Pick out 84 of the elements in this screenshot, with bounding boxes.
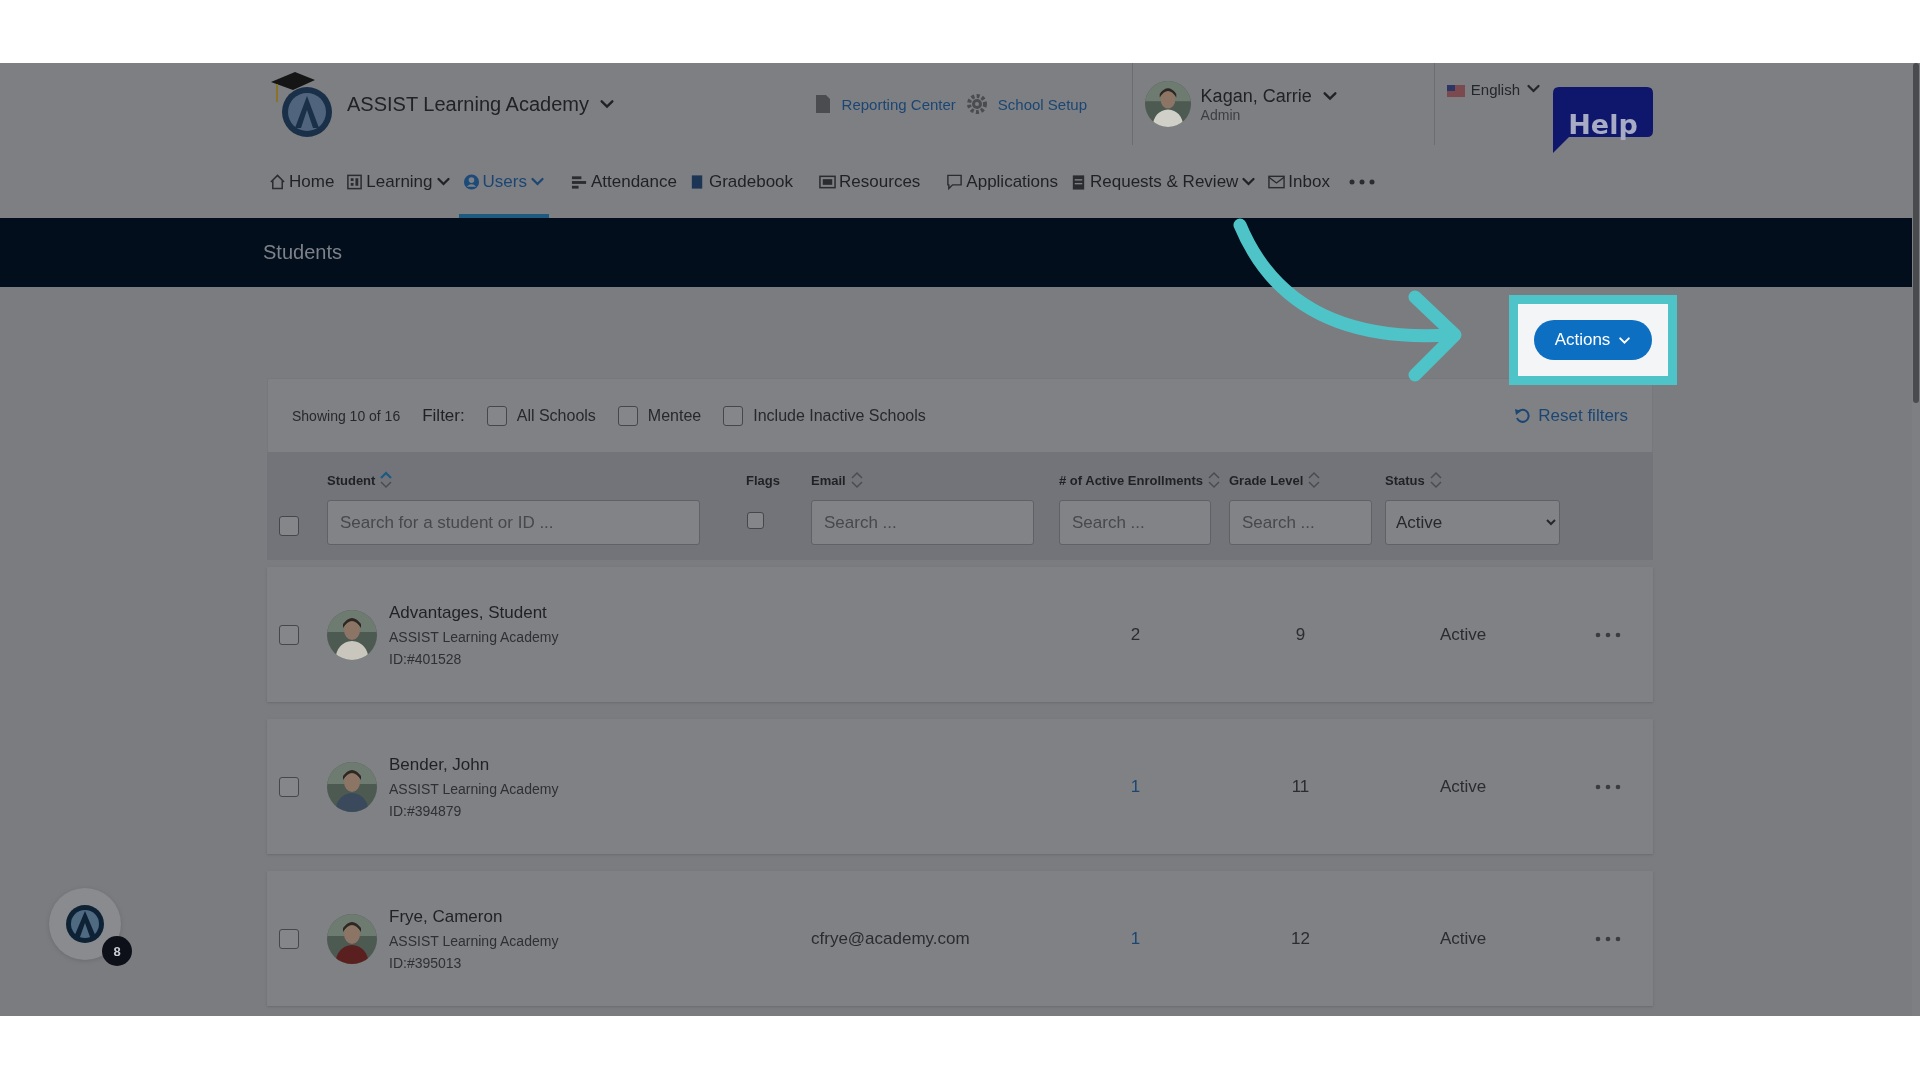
grid-icon	[346, 172, 364, 191]
school-name: ASSIST Learning Academy	[389, 932, 559, 949]
checkbox-label[interactable]: Include Inactive Schools	[753, 406, 926, 425]
chat-icon	[946, 172, 964, 191]
nav-tab[interactable]: Requests & Review	[1066, 145, 1261, 218]
enrollment-count[interactable]: 1	[1059, 928, 1229, 949]
language-selector[interactable]: English	[1470, 81, 1520, 98]
checkbox[interactable]	[747, 512, 764, 529]
nav-tab[interactable]: Learning	[342, 145, 455, 218]
sort-icon[interactable]	[1428, 470, 1443, 490]
checkbox[interactable]	[723, 405, 744, 426]
column-header[interactable]: Grade Level	[1229, 472, 1304, 488]
search-field[interactable]: Search ...	[1059, 500, 1211, 545]
page-title: Students	[263, 241, 342, 264]
checkbox[interactable]	[617, 405, 638, 426]
nav-tab[interactable]: Home	[265, 145, 339, 218]
filter-label: Filter:	[422, 405, 465, 426]
student-name[interactable]: Bender, John	[389, 754, 559, 775]
actions-button[interactable]: Actions	[1534, 320, 1652, 360]
search-field[interactable]: Search for a student or ID ...	[327, 500, 700, 545]
user-name[interactable]: Kagan, Carrie	[1200, 85, 1312, 107]
column-header[interactable]: Email	[811, 472, 846, 488]
table-row[interactable]: Frye, Cameron ASSIST Learning Academy ID:#395013 cfrye@academy.com 1 12 Active	[267, 871, 1653, 1006]
column-header[interactable]: Status	[1385, 472, 1425, 488]
checkbox[interactable]	[279, 928, 299, 949]
student-id: ID:#394879	[389, 802, 463, 819]
nav-tab[interactable]: Gradebook	[684, 145, 798, 218]
user-icon	[462, 172, 480, 191]
user-role: Admin	[1200, 106, 1242, 123]
document-icon	[813, 94, 832, 114]
settings-icon	[965, 93, 988, 115]
nav-tab[interactable]: Resources	[815, 145, 925, 218]
checkbox-label[interactable]: Mentee	[647, 406, 702, 425]
student-name[interactable]: Advantages, Student	[389, 602, 559, 623]
checkbox-label[interactable]: All Schools	[516, 406, 596, 425]
more-icon[interactable]	[1594, 630, 1622, 639]
checkbox[interactable]	[279, 624, 299, 645]
sort-icon[interactable]	[1207, 470, 1221, 490]
student-id: ID:#395013	[389, 954, 463, 971]
more-icon[interactable]	[1594, 782, 1622, 791]
status-text: Active	[1439, 776, 1488, 797]
more-icon[interactable]	[1594, 934, 1622, 943]
nav-tab[interactable]: Applications	[942, 145, 1062, 218]
status-text: Active	[1439, 624, 1488, 645]
home-icon	[269, 172, 286, 191]
student-name[interactable]: Frye, Cameron	[389, 906, 559, 927]
more-icon[interactable]	[1347, 177, 1376, 186]
sort-icon[interactable]	[849, 470, 864, 490]
enrollment-count[interactable]: 1	[1059, 776, 1229, 797]
column-header[interactable]: Student	[327, 472, 376, 488]
flag-icon	[1446, 85, 1465, 97]
school-name[interactable]: ASSIST Learning Academy	[347, 92, 589, 116]
school-name: ASSIST Learning Academy	[389, 780, 559, 797]
enrollment-count: 2	[1129, 624, 1142, 645]
column-header[interactable]: Flags	[746, 472, 780, 488]
grade-level: 9	[1294, 624, 1307, 645]
student-id: ID:#401528	[389, 650, 463, 667]
clipboard-icon	[1070, 172, 1087, 191]
results-count: Showing 10 of 16	[292, 407, 401, 424]
email-text: cfrye@academy.com	[811, 928, 971, 949]
sort-icon[interactable]	[379, 470, 394, 490]
search-field[interactable]: Search ...	[1229, 500, 1372, 545]
nav-tab[interactable]: Inbox	[1264, 145, 1334, 218]
column-header[interactable]: # of Active Enrollments	[1059, 472, 1203, 488]
header-link[interactable]: Reporting Center	[841, 95, 956, 113]
header-link[interactable]: School Setup	[997, 95, 1088, 113]
reset-icon	[1514, 407, 1531, 424]
scrollbar[interactable]	[1913, 63, 1919, 403]
status-text: Active	[1439, 928, 1488, 949]
checkbox[interactable]	[279, 776, 299, 797]
grade-level: 11	[1290, 776, 1311, 797]
checkbox[interactable]	[279, 516, 299, 536]
nav-tab[interactable]: Attendance	[566, 145, 681, 218]
sort-icon[interactable]	[1307, 470, 1322, 490]
notification-badge: 8	[102, 936, 132, 966]
reset-filters-button[interactable]: Reset filters	[1514, 405, 1628, 426]
table-row[interactable]: Bender, John ASSIST Learning Academy ID:#394879 1 11 Active	[267, 719, 1653, 854]
school-name: ASSIST Learning Academy	[389, 628, 559, 645]
search-field[interactable]: Search ...	[811, 500, 1034, 545]
grade-level: 12	[1290, 928, 1311, 949]
logo-icon	[65, 904, 105, 944]
status-select[interactable]: Active	[1385, 500, 1560, 545]
checkbox[interactable]	[486, 405, 507, 426]
table-row[interactable]: Advantages, Student ASSIST Learning Academy ID:#401528 2 9 Active	[267, 567, 1653, 702]
